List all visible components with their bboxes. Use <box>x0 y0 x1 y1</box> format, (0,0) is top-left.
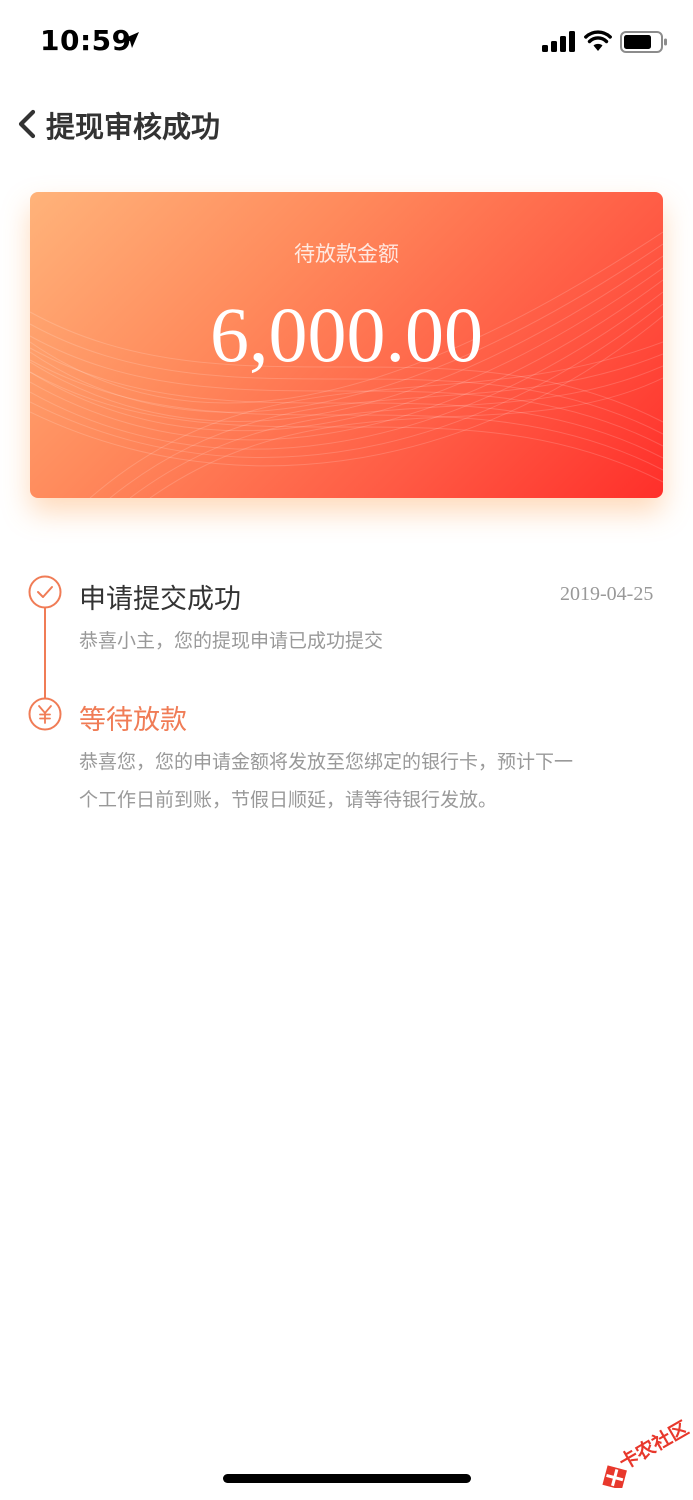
check-circle-icon <box>28 575 62 609</box>
chevron-left-icon[interactable] <box>14 108 40 140</box>
status-time: 10:59 <box>40 24 132 57</box>
wifi-icon <box>584 30 612 51</box>
yuan-circle-icon <box>28 697 62 731</box>
watermark-text: 卡农社区 <box>615 1416 691 1474</box>
battery-icon <box>620 31 667 53</box>
step-submitted-title: 申请提交成功 <box>79 584 241 615</box>
home-indicator[interactable] <box>223 1474 471 1483</box>
nav-bar: 提现审核成功 <box>0 88 693 158</box>
amount-card: 待放款金额 6,000.00 <box>30 192 663 498</box>
step-submitted-description: 恭喜小主，您的提现申请已成功提交 <box>79 630 384 652</box>
pending-amount-value: 6,000.00 <box>210 291 483 378</box>
step-waiting-description-line2: 个工作日前到账，节假日顺延，请等待银行发放。 <box>79 789 498 811</box>
signal-icon <box>542 31 575 52</box>
step-waiting-title: 等待放款 <box>79 705 187 736</box>
watermark-logo: 卡农社区 <box>602 1416 691 1488</box>
location-arrow-icon <box>123 32 139 48</box>
pending-amount-label: 待放款金额 <box>294 242 399 266</box>
page-title: 提现审核成功 <box>46 110 221 144</box>
step-waiting-description-line1: 恭喜您，您的申请金额将发放至您绑定的银行卡，预计下一 <box>79 751 574 773</box>
status-bar: 10:59 <box>0 0 693 88</box>
step-submitted-date: 2019-04-25 <box>560 583 654 605</box>
timeline-connector <box>44 607 46 698</box>
